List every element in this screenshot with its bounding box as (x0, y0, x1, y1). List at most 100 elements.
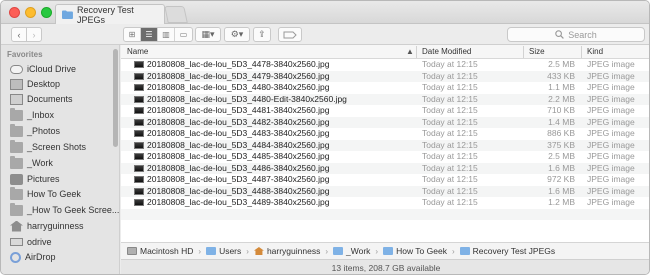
table-row[interactable]: 20180808_lac-de-lou_5D3_4488-3840x2560.j… (121, 185, 649, 197)
jpeg-thumbnail-icon (134, 61, 144, 68)
table-row[interactable]: 20180808_lac-de-lou_5D3_4484-3840x2560.j… (121, 139, 649, 151)
table-row[interactable]: 20180808_lac-de-lou_5D3_4486-3840x2560.j… (121, 162, 649, 174)
file-date: Today at 12:15 (422, 174, 478, 184)
status-text: 13 items, 208.7 GB available (331, 263, 441, 273)
new-tab-button[interactable] (164, 6, 188, 23)
airdrop-icon (10, 251, 21, 263)
path-separator-icon: › (325, 246, 328, 256)
folder-icon (10, 123, 23, 137)
file-name: 20180808_lac-de-lou_5D3_4487-3840x2560.j… (147, 174, 330, 184)
action-button[interactable]: ⚙▾ (224, 27, 250, 42)
path-label: Macintosh HD (140, 246, 194, 256)
column-divider[interactable] (523, 46, 524, 58)
documents-icon (10, 93, 23, 105)
sidebar-item-documents[interactable]: Documents (10, 92, 73, 106)
table-row[interactable]: 20180808_lac-de-lou_5D3_4487-3840x2560.j… (121, 174, 649, 186)
file-kind: JPEG image (587, 70, 635, 81)
path-item-work[interactable]: _Work (333, 246, 370, 256)
jpeg-thumbnail-icon (134, 118, 144, 126)
file-rows: 20180808_lac-de-lou_5D3_4478-3840x2560.j… (121, 59, 649, 232)
tags-button[interactable] (278, 27, 302, 42)
path-item-users[interactable]: Users (206, 246, 241, 256)
folder-icon (10, 139, 23, 153)
column-header: Name ▲ Date Modified Size Kind (121, 45, 649, 59)
sidebar-item-odrive[interactable]: odrive (10, 235, 52, 249)
path-separator-icon: › (451, 246, 455, 256)
column-divider[interactable] (416, 46, 417, 58)
zoom-window-button[interactable] (41, 7, 52, 18)
path-item-how-to-geek[interactable]: How To Geek (383, 246, 447, 256)
list-view-icon[interactable]: ☰ (141, 28, 158, 41)
column-view-icon[interactable]: ▥ (158, 28, 175, 41)
file-size: 433 KB (547, 70, 575, 81)
sidebar-item-desktop[interactable]: Desktop (10, 77, 60, 91)
group-by-button[interactable]: ▦▾ (195, 27, 221, 42)
sidebar-scrollbar[interactable] (113, 49, 118, 147)
path-item-harryguinness[interactable]: harryguinness (253, 246, 320, 256)
file-kind: JPEG image (587, 82, 635, 92)
cloud-icon (10, 64, 23, 74)
column-divider[interactable] (581, 46, 582, 58)
table-row[interactable]: 20180808_lac-de-lou_5D3_4480-Edit-3840x2… (121, 93, 649, 105)
chevron-right-icon: › (32, 29, 36, 40)
column-kind[interactable]: Kind (587, 47, 603, 56)
icon-view-icon[interactable]: ⊞ (124, 28, 141, 41)
empty-row (121, 208, 649, 220)
tab-recovery-test-jpegs[interactable]: Recovery Test JPEGs (55, 4, 165, 25)
file-kind: JPEG image (587, 93, 635, 104)
sidebar-item-how-to-geek-screenshots[interactable]: _How To Geek Scree... (10, 202, 119, 217)
sidebar-item-airdrop[interactable]: AirDrop (10, 250, 56, 264)
close-window-button[interactable] (9, 7, 20, 18)
jpeg-thumbnail-icon (134, 107, 144, 114)
back-button[interactable]: ‹ (11, 27, 27, 42)
file-size: 2.5 MB (548, 59, 575, 69)
path-separator-icon: › (198, 246, 202, 256)
table-row[interactable]: 20180808_lac-de-lou_5D3_4483-3840x2560.j… (121, 128, 649, 140)
table-row[interactable]: 20180808_lac-de-lou_5D3_4489-3840x2560.j… (121, 197, 649, 209)
minimize-window-button[interactable] (25, 7, 36, 18)
file-name: 20180808_lac-de-lou_5D3_4480-Edit-3840x2… (147, 93, 347, 104)
sort-ascending-icon[interactable]: ▲ (406, 47, 414, 56)
table-row[interactable]: 20180808_lac-de-lou_5D3_4480-3840x2560.j… (121, 82, 649, 94)
file-name: 20180808_lac-de-lou_5D3_4486-3840x2560.j… (147, 162, 330, 173)
table-row[interactable]: 20180808_lac-de-lou_5D3_4481-3840x2560.j… (121, 105, 649, 117)
search-input[interactable]: Search (507, 27, 645, 42)
column-date-modified[interactable]: Date Modified (422, 47, 471, 56)
view-mode-switcher: ⊞ ☰ ▥ ▭ (123, 27, 193, 42)
path-item-macintosh-hd[interactable]: Macintosh HD (127, 246, 193, 256)
sidebar-item-label: How To Geek (27, 189, 81, 199)
file-kind: JPEG image (587, 151, 635, 161)
table-row[interactable]: 20180808_lac-de-lou_5D3_4485-3840x2560.j… (121, 151, 649, 163)
sidebar-item-icloud-drive[interactable]: iCloud Drive (10, 62, 76, 76)
sidebar-item-inbox[interactable]: _Inbox (10, 107, 54, 122)
table-row[interactable]: 20180808_lac-de-lou_5D3_4479-3840x2560.j… (121, 70, 649, 82)
home-icon (10, 220, 23, 232)
file-date: Today at 12:15 (422, 162, 478, 173)
sidebar-item-how-to-geek[interactable]: How To Geek (10, 186, 81, 201)
file-name: 20180808_lac-de-lou_5D3_4478-3840x2560.j… (147, 59, 330, 69)
file-date: Today at 12:15 (422, 151, 478, 161)
jpeg-thumbnail-icon (134, 141, 144, 149)
file-kind: JPEG image (587, 174, 635, 184)
table-row[interactable]: 20180808_lac-de-lou_5D3_4482-3840x2560.j… (121, 116, 649, 128)
sidebar-item-label: Pictures (27, 174, 60, 184)
home-icon (253, 247, 264, 255)
jpeg-thumbnail-icon (134, 153, 144, 160)
forward-button[interactable]: › (26, 27, 42, 42)
file-date: Today at 12:15 (422, 105, 478, 115)
sidebar-item-screen-shots[interactable]: _Screen Shots (10, 139, 86, 154)
search-placeholder: Search (568, 29, 597, 40)
share-button[interactable]: ⇪ (253, 27, 271, 42)
column-size[interactable]: Size (529, 47, 545, 56)
cover-flow-icon[interactable]: ▭ (175, 28, 192, 41)
sidebar-item-harryguinness[interactable]: harryguinness (10, 219, 84, 233)
sidebar-item-work[interactable]: _Work (10, 155, 53, 170)
column-name[interactable]: Name (127, 47, 148, 56)
grid-icon: ▦▾ (201, 29, 215, 39)
sidebar-item-photos[interactable]: _Photos (10, 123, 60, 138)
sidebar-item-pictures[interactable]: Pictures (10, 172, 60, 186)
folder-icon (459, 247, 470, 255)
file-date: Today at 12:15 (422, 82, 478, 92)
path-item-recovery-test-jpegs[interactable]: Recovery Test JPEGs (459, 246, 555, 256)
table-row[interactable]: 20180808_lac-de-lou_5D3_4478-3840x2560.j… (121, 59, 649, 71)
